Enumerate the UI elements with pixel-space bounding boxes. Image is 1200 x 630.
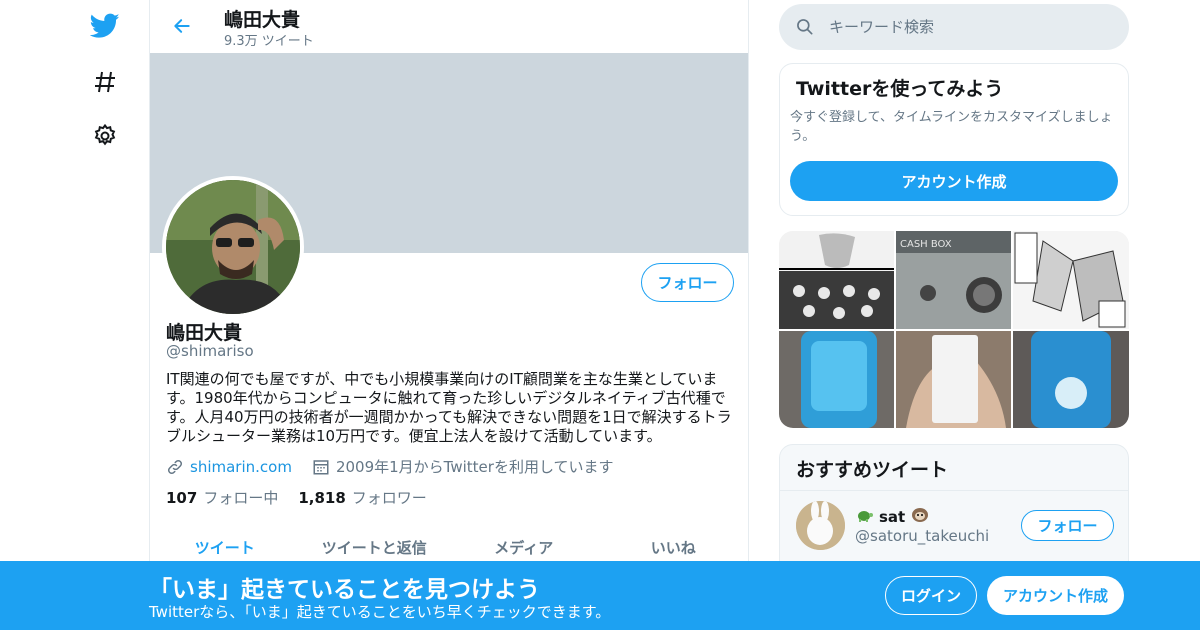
search-box[interactable] bbox=[779, 4, 1129, 50]
bottle-image bbox=[779, 331, 894, 428]
page-root: 嶋田大貴 9.3万 ツイート フォロー 嶋田大貴 @shimariso IT関連… bbox=[0, 0, 1200, 630]
search-icon bbox=[797, 19, 813, 35]
recommended-title: おすすめツイート bbox=[796, 459, 949, 481]
profile-name: 嶋田大貴 bbox=[166, 322, 243, 344]
profile-stats: 107 フォロー中 1,818 フォロワー bbox=[166, 487, 427, 508]
signup-card-description: 今すぐ登録して、タイムラインをカスタマイズしましょう。 bbox=[790, 110, 1113, 144]
twitter-bird-icon bbox=[90, 13, 120, 38]
tab-media[interactable]: メディア bbox=[449, 525, 599, 565]
link-icon bbox=[167, 459, 183, 474]
login-button[interactable]: ログイン bbox=[885, 576, 977, 615]
gear-icon bbox=[94, 124, 116, 146]
tab-tweets-and-replies[interactable]: ツイートと返信 bbox=[300, 525, 450, 565]
tab-tweets[interactable]: ツイート bbox=[150, 525, 300, 565]
profile-website-link[interactable]: shimarin.com bbox=[190, 458, 292, 476]
media-thumb-bottle-2[interactable] bbox=[1013, 331, 1129, 428]
left-nav bbox=[0, 0, 150, 630]
back-arrow-icon bbox=[174, 19, 190, 33]
following-stat[interactable]: 107 フォロー中 bbox=[166, 487, 278, 508]
search-input[interactable] bbox=[829, 18, 1109, 36]
bottom-bar-subtitle: Twitterなら、「いま」起きていることをいち早くチェックできます。 bbox=[149, 603, 611, 621]
recommended-follow-button[interactable]: フォロー bbox=[1021, 510, 1114, 541]
header-name: 嶋田大貴 bbox=[224, 9, 301, 31]
box-image bbox=[896, 331, 1011, 428]
recommended-user-handle: @satoru_takeuchi bbox=[855, 527, 990, 545]
recommended-user-name-row: sat bbox=[855, 507, 929, 527]
follow-button[interactable]: フォロー bbox=[641, 263, 734, 302]
profile-header-bar: 嶋田大貴 9.3万 ツイート bbox=[150, 0, 748, 53]
media-thumb-manga-2[interactable] bbox=[1013, 231, 1129, 329]
recommended-user-row[interactable]: sat @satoru_takeuchi フォロー bbox=[780, 490, 1128, 560]
avatar-photo bbox=[166, 180, 300, 314]
bottle-image bbox=[1013, 331, 1129, 428]
settings-link[interactable] bbox=[85, 116, 125, 156]
manga-image bbox=[1013, 231, 1129, 329]
rabbit-plush-image bbox=[796, 501, 845, 550]
calendar-icon bbox=[313, 459, 329, 474]
recommended-user-name: sat bbox=[879, 508, 906, 526]
signup-card-title: Twitterを使ってみよう bbox=[796, 78, 1004, 100]
profile-meta: shimarin.com 2009年1月からTwitterを利用しています bbox=[166, 456, 614, 477]
create-account-button[interactable]: アカウント作成 bbox=[790, 161, 1118, 201]
sloth-emoji-icon bbox=[911, 507, 929, 527]
bottom-bar-title: 「いま」起きていることを見つけよう bbox=[149, 577, 540, 603]
back-button[interactable] bbox=[164, 8, 200, 44]
profile-column: 嶋田大貴 9.3万 ツイート フォロー 嶋田大貴 @shimariso IT関連… bbox=[149, 0, 749, 630]
profile-bio: IT関連の何でも屋ですが、中でも小規模事業向けのIT顧問業を主な生業としています… bbox=[166, 370, 732, 445]
signup-card: Twitterを使ってみよう 今すぐ登録して、タイムラインをカスタマイズしましょ… bbox=[779, 63, 1129, 216]
recommended-user-avatar[interactable] bbox=[796, 501, 845, 550]
cash-box-image: CASH BOX bbox=[896, 231, 1011, 329]
hashtag-explore-icon bbox=[95, 71, 115, 93]
manga-image bbox=[779, 231, 894, 329]
media-thumb-manga-1[interactable] bbox=[779, 231, 894, 329]
profile-handle: @shimariso bbox=[166, 342, 254, 360]
tab-likes[interactable]: いいね bbox=[599, 525, 749, 565]
media-thumb-cash-box[interactable]: CASH BOX bbox=[896, 231, 1011, 329]
explore-link[interactable] bbox=[85, 62, 125, 102]
following-label: フォロー中 bbox=[203, 489, 279, 507]
twitter-home-link[interactable] bbox=[85, 6, 125, 46]
media-thumb-bottle-1[interactable] bbox=[779, 331, 894, 428]
turtle-emoji-icon bbox=[855, 508, 873, 526]
followers-stat[interactable]: 1,818 フォロワー bbox=[298, 487, 426, 508]
media-thumb-box[interactable] bbox=[896, 331, 1011, 428]
profile-joined-date: 2009年1月からTwitterを利用しています bbox=[335, 458, 614, 476]
header-tweet-count: 9.3万 ツイート bbox=[224, 34, 314, 49]
following-count: 107 bbox=[166, 489, 198, 507]
cash-box-label: CASH BOX bbox=[900, 239, 952, 250]
followers-label: フォロワー bbox=[351, 489, 427, 507]
followers-count: 1,818 bbox=[298, 489, 346, 507]
recommended-tweets-card: おすすめツイート sat @satoru_takeuchi フォロー bbox=[779, 444, 1129, 574]
bottom-signup-bar: 「いま」起きていることを見つけよう Twitterなら、「いま」起きていることを… bbox=[0, 561, 1200, 630]
profile-tabs: ツイート ツイートと返信 メディア いいね bbox=[150, 525, 748, 565]
signup-button[interactable]: アカウント作成 bbox=[987, 576, 1124, 615]
media-grid: CASH BOX bbox=[779, 231, 1129, 428]
profile-avatar[interactable] bbox=[162, 176, 304, 318]
